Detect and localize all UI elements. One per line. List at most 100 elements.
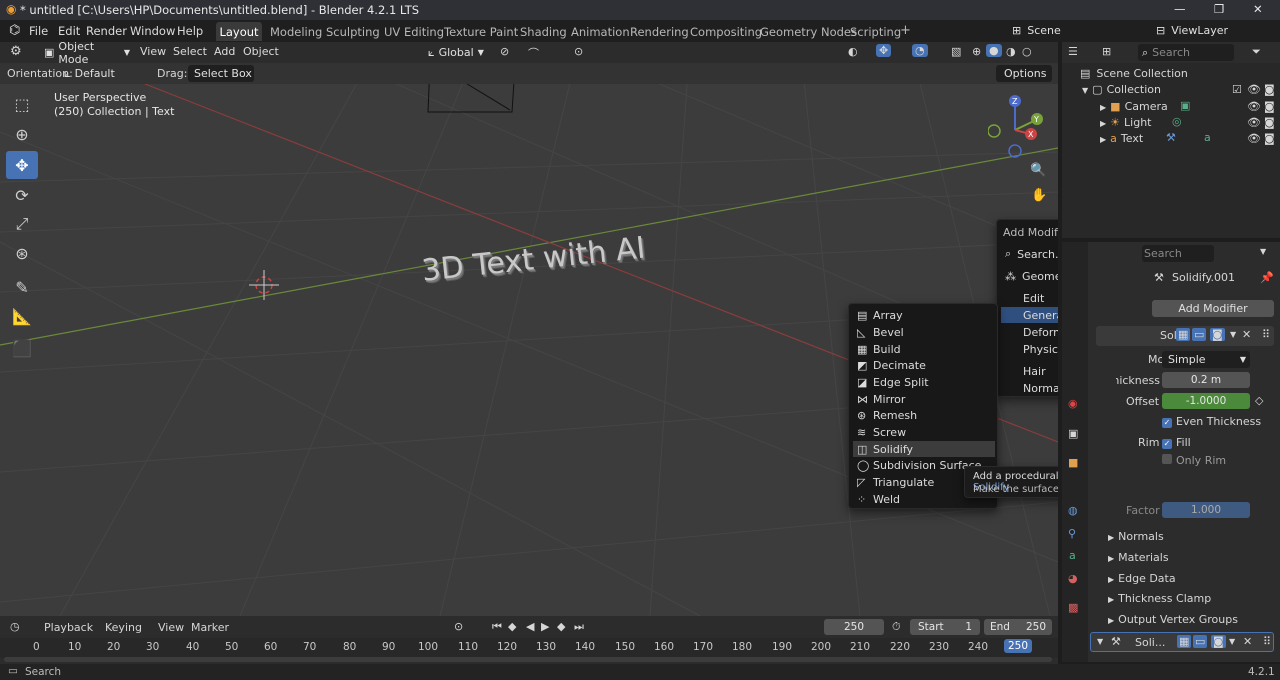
menu-timeline-view[interactable]: View [158,621,184,634]
options-dropdown[interactable]: Options [996,65,1052,82]
drag-dropdown[interactable]: Select Box [188,65,254,82]
eye-icon[interactable]: 👁 [1247,132,1261,145]
snap-icon[interactable]: ⌒ [528,45,539,61]
menu-object[interactable]: Object [243,45,279,58]
jump-end-icon[interactable]: ⏭ [574,620,584,634]
menu-help[interactable]: Help [177,24,203,38]
properties-search-input[interactable]: Search [1142,245,1214,262]
timeline-editor-icon[interactable]: ◷ [10,620,20,633]
menu-file[interactable]: File [29,24,48,38]
generate-item-edge-split[interactable]: ◪ Edge Split [853,374,995,390]
thickness-field[interactable]: 0.2 m [1162,372,1250,388]
playhead-frame[interactable]: 250 [1004,639,1033,653]
render-toggle-icon[interactable]: ◙ [1210,328,1225,341]
camera-render-icon[interactable]: ◙ [1264,116,1275,129]
eye-icon[interactable]: 👁 [1247,83,1261,96]
menu-item-generate[interactable]: Generate ▶ [1001,307,1058,323]
rotate-tool-icon[interactable]: ⟳ [6,181,38,209]
physics-props-icon[interactable]: ◍ [1068,504,1078,517]
menu-item-physics[interactable]: Physics ▶ [1001,341,1058,357]
scene-selector[interactable]: ⊞ Scene [1006,22,1144,39]
generate-item-remesh[interactable]: ⊛ Remesh [853,407,995,423]
add-modifier-button[interactable]: Add Modifier [1152,300,1274,317]
edit-mode-toggle-icon[interactable]: ▦ [1176,328,1191,341]
cursor-tool-icon[interactable]: ⊕ [6,120,38,148]
tab-rendering[interactable]: Rendering [630,22,689,41]
menu-select[interactable]: Select [173,45,207,58]
maximize-button[interactable]: ❐ [1214,2,1224,16]
edit-mode-toggle-icon[interactable]: ▦ [1177,635,1192,648]
start-frame-field[interactable]: Start 1 [910,619,980,635]
move-tool-icon[interactable]: ✥ [6,151,38,179]
camera-render-icon[interactable]: ◙ [1264,100,1275,113]
measure-tool-icon[interactable]: 📐 [6,302,38,330]
menu-render[interactable]: Render [86,24,127,38]
generate-item-mirror[interactable]: ⋈ Mirror [853,391,995,407]
menu-edit[interactable]: Edit [58,24,80,38]
outliner-row-scene-collection[interactable]: ▤ Scene Collection [1080,67,1188,80]
object-mode-dropdown[interactable]: ▣ Object Mode ▼ [42,42,130,66]
scene-props-icon[interactable]: ▣ [1068,427,1078,440]
modifier-panel-header[interactable]: Soli ▦ ▭ ◙ ▼ ✕ ⠿ [1096,326,1274,346]
transform-orientation-dropdown[interactable]: ⟀ Global ▼ [428,44,496,61]
display-mode-icon[interactable]: ⊞ [1102,45,1111,58]
generate-item-screw[interactable]: ≋ Screw [853,424,995,440]
proportional-edit-icon[interactable]: ⊙ [574,45,583,58]
current-frame-field[interactable]: 250 [824,619,884,635]
stopwatch-icon[interactable]: ⏱ [892,620,901,634]
tab-sculpting[interactable]: Sculpting [326,22,380,41]
generate-item-solidify[interactable]: ◫ Solidify [853,441,995,457]
material-shading-icon[interactable]: ◑ [1006,45,1016,58]
modifier-props-icon[interactable]: ■ [1068,456,1078,469]
outliner-row-light[interactable]: ▶ ☀ Light ◎ 👁 ◙ [1100,115,1278,129]
camera-render-icon[interactable]: ◙ [1264,132,1275,145]
section-materials[interactable]: ▶ Materials [1108,551,1169,564]
end-frame-field[interactable]: End 250 [984,619,1052,635]
auto-keying-icon[interactable]: ⊙ [454,620,463,633]
eye-icon[interactable]: 👁 [1247,116,1261,129]
pivot-icon[interactable]: ⊘ [500,45,509,58]
tab-layout[interactable]: Layout [216,22,262,41]
play-reverse-icon[interactable]: ◀ [526,620,534,633]
fill-checkbox[interactable]: ✓ Fill [1162,436,1191,449]
only-rim-checkbox[interactable]: Only Rim [1162,454,1226,467]
viewport-toggle-icon[interactable]: ▭ [1192,328,1207,341]
orientation-dropdown[interactable]: ⟀ Default [64,65,144,82]
even-thickness-checkbox[interactable]: ✓ Even Thickness [1162,415,1261,428]
3d-viewport[interactable]: ⚙ ▣ Object Mode ▼ View Select Add Object… [0,42,1058,616]
tab-texture-paint[interactable]: Texture Paint [444,22,518,41]
navigation-gizmo[interactable]: Z Y X [988,92,1048,162]
play-icon[interactable]: ▶ [541,620,549,633]
menu-item-deform[interactable]: Deform ▶ [1001,324,1058,340]
generate-item-build[interactable]: ▦ Build [853,341,995,357]
pan-hand-icon[interactable]: ✋ [1031,188,1047,203]
tab-animation[interactable]: Animation [571,22,630,41]
drag-handle-icon[interactable]: ⠿ [1263,635,1271,648]
outliner-row-collection[interactable]: ▼ ▢ Collection ☑ 👁 ◙ [1082,83,1278,96]
solid-shading-icon[interactable]: ● [986,44,1002,57]
prev-keyframe-icon[interactable]: ◆ [508,620,516,633]
object-props-icon[interactable]: ◉ [1068,397,1078,410]
menu-item-normals[interactable]: Normals ▶ [1001,380,1058,396]
timeline-scrollbar[interactable] [4,657,1052,662]
add-cube-tool-icon[interactable]: ⬛ [6,334,38,362]
section-normals[interactable]: ▶ Normals [1108,530,1164,543]
material-props-icon[interactable]: ◕ [1068,572,1078,585]
menu-window[interactable]: Window [130,24,175,38]
camera-render-icon[interactable]: ◙ [1264,83,1275,96]
xray-icon[interactable]: ▧ [951,45,961,58]
rendered-shading-icon[interactable]: ○ [1022,45,1032,58]
transform-tool-icon[interactable]: ⊛ [6,239,38,267]
generate-item-array[interactable]: ▤ Array [853,307,995,323]
generate-item-decimate[interactable]: ◩ Decimate [853,357,995,373]
tab-scripting[interactable]: Scripting [850,22,901,41]
close-icon[interactable]: ✕ [1243,635,1252,648]
menu-marker[interactable]: Marker [191,621,229,634]
editor-type-icon[interactable]: ⚙ [10,44,22,59]
section-thickness-clamp[interactable]: ▶ Thickness Clamp [1108,592,1211,605]
data-props-icon[interactable]: a [1069,549,1076,562]
view-layer-selector[interactable]: ⊟ ViewLayer [1150,22,1278,39]
menu-view[interactable]: View [140,45,166,58]
select-box-tool-icon[interactable]: ⬚ [6,90,38,118]
jump-start-icon[interactable]: ⏮ [492,620,502,634]
